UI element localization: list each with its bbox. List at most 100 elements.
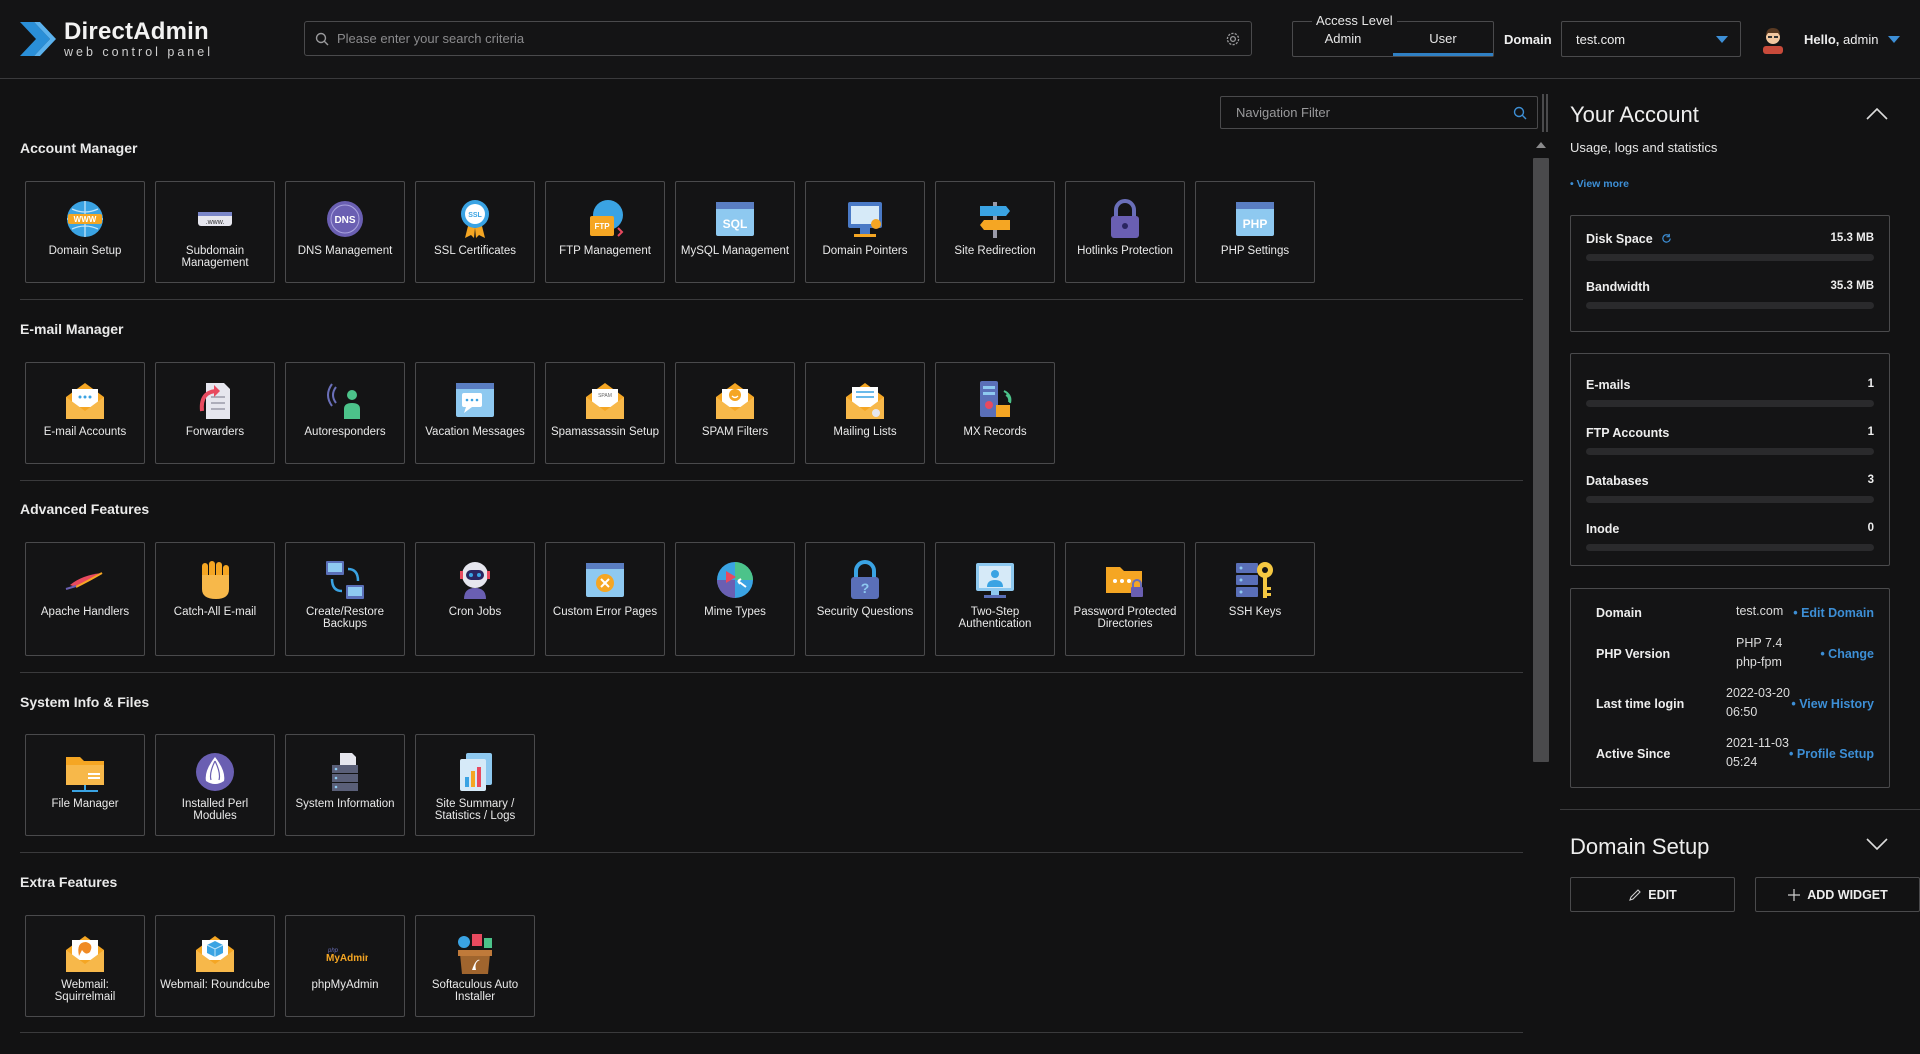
tile-label: File Manager bbox=[51, 798, 119, 810]
tile-mime-types[interactable]: Mime Types bbox=[675, 542, 795, 656]
chevron-down-icon[interactable] bbox=[1866, 838, 1888, 850]
svg-text:FTP: FTP bbox=[594, 222, 610, 231]
tile-subdomain-management[interactable]: .www. Subdomain Management bbox=[155, 181, 275, 283]
panel-splitter[interactable] bbox=[1542, 94, 1548, 132]
tile-spamassassin-setup[interactable]: SPAM Spamassassin Setup bbox=[545, 362, 665, 464]
info-row-active-since: Active Since 2021-11-03 05:24 • Profile … bbox=[1596, 736, 1874, 769]
signpost-icon bbox=[980, 202, 1010, 238]
change-php-link[interactable]: • Change bbox=[1820, 647, 1874, 661]
tile-spam-filters[interactable]: SPAM Filters bbox=[675, 362, 795, 464]
tile-webmail-roundcube[interactable]: Webmail: Roundcube bbox=[155, 915, 275, 1017]
brand-tagline: web control panel bbox=[64, 44, 213, 59]
profile-setup-link[interactable]: • Profile Setup bbox=[1789, 747, 1874, 761]
chevron-down-icon bbox=[1716, 36, 1728, 43]
access-level: Admin User Access Level bbox=[1292, 10, 1494, 58]
fist-icon bbox=[202, 561, 229, 599]
tile-ssh-keys[interactable]: SSH Keys bbox=[1195, 542, 1315, 656]
tile-create-restore-backups[interactable]: Create/Restore Backups bbox=[285, 542, 405, 656]
refresh-icon[interactable] bbox=[1661, 233, 1672, 244]
tile-forwarders[interactable]: Forwarders bbox=[155, 362, 275, 464]
tile-cron-jobs[interactable]: Cron Jobs bbox=[415, 542, 535, 656]
tile-email-accounts[interactable]: E-mail Accounts bbox=[25, 362, 145, 464]
edit-domain-link[interactable]: • Edit Domain bbox=[1793, 606, 1874, 620]
your-account-subtitle: Usage, logs and statistics bbox=[1570, 140, 1718, 155]
tile-phpmyadmin[interactable]: php MyAdmin phpMyAdmin bbox=[285, 915, 405, 1017]
domain-select-value: test.com bbox=[1576, 31, 1626, 47]
add-widget-button[interactable]: ADD WIDGET bbox=[1755, 877, 1920, 912]
info-row-domain: Domain test.com • Edit Domain bbox=[1596, 604, 1874, 620]
bandwidth-stat: Bandwidth 35.3 MB bbox=[1571, 268, 1889, 316]
tile-apache-handlers[interactable]: Apache Handlers bbox=[25, 542, 145, 656]
tile-mx-records[interactable]: MX Records bbox=[935, 362, 1055, 464]
domain-pointers-icon bbox=[848, 202, 882, 237]
tile-softaculous-auto-installer[interactable]: Softaculous Auto Installer bbox=[415, 915, 535, 1017]
tile-mysql-management[interactable]: SQL MySQL Management bbox=[675, 181, 795, 283]
svg-text:DNS: DNS bbox=[334, 215, 355, 226]
tile-security-questions[interactable]: ? Security Questions bbox=[805, 542, 925, 656]
emails-bar bbox=[1586, 400, 1874, 407]
tile-label: Domain Setup bbox=[48, 245, 122, 257]
view-more-link[interactable]: • View more bbox=[1570, 178, 1629, 190]
tile-file-manager[interactable]: File Manager bbox=[25, 734, 145, 836]
tile-label: MX Records bbox=[963, 426, 1027, 438]
tile-label: FTP Management bbox=[559, 245, 651, 257]
section-divider bbox=[20, 852, 1523, 853]
phpmyadmin-icon: phpMyAdmin bbox=[326, 948, 368, 964]
domain-select[interactable]: test.com bbox=[1561, 21, 1741, 57]
ftp-accounts-bar bbox=[1586, 448, 1874, 455]
logo[interactable]: DirectAdmin web control panel bbox=[20, 18, 213, 60]
edit-button[interactable]: EDIT bbox=[1570, 877, 1735, 912]
section-title-system-info-files: System Info & Files bbox=[20, 694, 150, 710]
panel-divider bbox=[1560, 809, 1920, 810]
main-scrollbar[interactable] bbox=[1532, 142, 1550, 764]
tile-domain-setup[interactable]: WWW Domain Setup bbox=[25, 181, 145, 283]
tile-custom-error-pages[interactable]: Custom Error Pages bbox=[545, 542, 665, 656]
tile-hotlinks-protection[interactable]: Hotlinks Protection bbox=[1065, 181, 1185, 283]
info-row-php-version: PHP Version PHP 7.4 php-fpm • Change bbox=[1596, 636, 1874, 669]
counts-card: E-mails 1 FTP Accounts 1 Databases 3 Ino… bbox=[1570, 353, 1890, 566]
tile-mailing-lists[interactable]: Mailing Lists bbox=[805, 362, 925, 464]
perl-onion-icon bbox=[196, 753, 234, 791]
tile-password-protected-directories[interactable]: Password Protected Directories bbox=[1065, 542, 1185, 656]
emails-stat: E-mails 1 bbox=[1571, 366, 1889, 414]
tile-label: Site Redirection bbox=[954, 245, 1036, 257]
chevron-up-icon[interactable] bbox=[1866, 108, 1888, 120]
lock-icon bbox=[1111, 199, 1139, 238]
section-title-extra-features: Extra Features bbox=[20, 874, 118, 890]
tile-catch-all-email[interactable]: Catch-All E-mail bbox=[155, 542, 275, 656]
tile-autoresponders[interactable]: Autoresponders bbox=[285, 362, 405, 464]
scroll-up-arrow-icon[interactable] bbox=[1536, 142, 1546, 148]
user-menu[interactable]: Hello, admin bbox=[1760, 24, 1901, 54]
tile-label: SPAM Filters bbox=[701, 426, 769, 438]
svg-text:MyAdmin: MyAdmin bbox=[326, 953, 368, 964]
tile-ssl-certificates[interactable]: SSL SSL Certificates bbox=[415, 181, 535, 283]
svg-text:WWW: WWW bbox=[74, 215, 97, 224]
spam-filter-icon bbox=[716, 383, 754, 419]
tile-site-redirection[interactable]: Site Redirection bbox=[935, 181, 1055, 283]
spam-envelope-icon: SPAM bbox=[586, 383, 624, 419]
tile-dns-management[interactable]: DNS DNS Management bbox=[285, 181, 405, 283]
access-user-option[interactable]: User bbox=[1393, 22, 1493, 56]
tile-installed-perl-modules[interactable]: Installed Perl Modules bbox=[155, 734, 275, 836]
navigation-filter-input[interactable] bbox=[1221, 105, 1513, 120]
account-info-card: Domain test.com • Edit Domain PHP Versio… bbox=[1570, 588, 1890, 788]
tile-system-information[interactable]: System Information bbox=[285, 734, 405, 836]
tile-two-step-authentication[interactable]: Two-Step Authentication bbox=[935, 542, 1055, 656]
tile-ftp-management[interactable]: FTP FTP Management bbox=[545, 181, 665, 283]
tile-label: Two-Step Authentication bbox=[958, 606, 1032, 630]
scroll-thumb[interactable] bbox=[1533, 158, 1549, 762]
section-title-email-manager: E-mail Manager bbox=[20, 321, 124, 337]
gear-icon[interactable] bbox=[1225, 31, 1241, 47]
tile-webmail-squirrelmail[interactable]: Webmail: Squirrelmail bbox=[25, 915, 145, 1017]
section-divider bbox=[20, 299, 1523, 300]
inode-stat: Inode 0 bbox=[1571, 510, 1889, 558]
tile-vacation-messages[interactable]: Vacation Messages bbox=[415, 362, 535, 464]
search-input[interactable] bbox=[329, 31, 1225, 46]
tile-site-summary-statistics-logs[interactable]: Site Summary / Statistics / Logs bbox=[415, 734, 535, 836]
ssl-badge-icon: SSL bbox=[461, 200, 489, 238]
tile-label: Site Summary / Statistics / Logs bbox=[434, 798, 516, 822]
bandwidth-value: 35.3 MB bbox=[1830, 280, 1874, 292]
tile-php-settings[interactable]: PHP PHP Settings bbox=[1195, 181, 1315, 283]
tile-domain-pointers[interactable]: Domain Pointers bbox=[805, 181, 925, 283]
view-history-link[interactable]: • View History bbox=[1791, 697, 1874, 711]
